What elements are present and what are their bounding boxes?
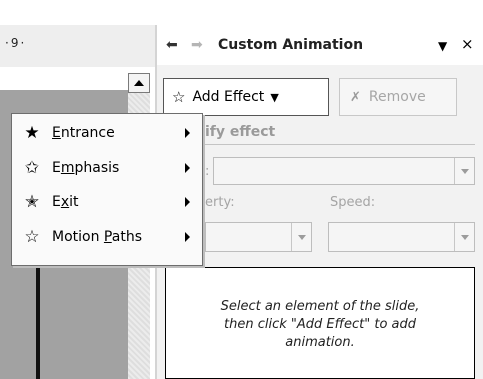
- speed-label: Speed:: [330, 195, 376, 210]
- motion-path-star-icon: ☆: [24, 226, 40, 247]
- menu-item-label: Motion Paths: [52, 228, 142, 245]
- start-dropdown-button: [454, 158, 474, 184]
- submenu-arrow-icon: [185, 231, 190, 242]
- property-label: erty:: [205, 195, 235, 210]
- menu-item-label: Entrance: [52, 124, 115, 141]
- start-select: [213, 157, 475, 185]
- add-effect-menu: ★ Entrance ✩ Emphasis ✭ Exit ☆ Motion Pa…: [11, 113, 203, 266]
- slide-edge: [36, 260, 40, 379]
- menu-item-label: Emphasis: [52, 159, 120, 176]
- forward-arrow-icon[interactable]: ➡︎: [191, 37, 203, 53]
- entrance-star-icon: ★: [24, 122, 40, 143]
- speed-select: [328, 222, 475, 252]
- menu-item-exit[interactable]: ✭ Exit: [12, 185, 202, 218]
- section-divider: [205, 144, 475, 145]
- property-dropdown-button: [291, 223, 311, 251]
- close-icon[interactable]: ×: [461, 35, 474, 53]
- chevron-down-icon: ▼: [270, 90, 279, 104]
- emphasis-star-icon: ✩: [24, 157, 40, 178]
- submenu-arrow-icon: [185, 196, 190, 207]
- animation-list[interactable]: Select an element of the slide, then cli…: [165, 267, 475, 379]
- submenu-arrow-icon: [185, 127, 190, 138]
- up-triangle-icon: [134, 80, 144, 86]
- add-effect-star-icon: ☆: [172, 88, 186, 106]
- modify-effect-heading: ify effect: [205, 124, 276, 140]
- chevron-down-icon: [460, 168, 469, 174]
- property-select: [205, 222, 312, 252]
- chevron-down-icon: [297, 234, 306, 240]
- menu-item-emphasis[interactable]: ✩ Emphasis: [12, 151, 202, 184]
- add-effect-button[interactable]: ☆ Add Effect ▼: [163, 78, 329, 116]
- submenu-arrow-icon: [185, 162, 190, 173]
- back-arrow-icon[interactable]: ⬅︎: [166, 37, 178, 53]
- chevron-down-icon: [460, 234, 469, 240]
- exit-star-icon: ✭: [24, 191, 40, 212]
- menu-item-motion-paths[interactable]: ☆ Motion Paths: [12, 220, 202, 253]
- speed-dropdown-button: [454, 223, 474, 251]
- ruler-number: ·9·: [5, 36, 27, 50]
- empty-list-hint: Select an element of the slide, then cli…: [220, 299, 420, 350]
- pane-menu-icon[interactable]: ▼: [438, 39, 447, 53]
- scroll-up-button[interactable]: [128, 73, 150, 93]
- pane-title: Custom Animation: [218, 37, 364, 53]
- remove-effect-icon: ✗: [350, 89, 361, 105]
- menu-item-entrance[interactable]: ★ Entrance: [12, 116, 202, 149]
- remove-button: ✗ Remove: [339, 78, 457, 116]
- menu-item-label: Exit: [52, 193, 79, 210]
- start-label: :: [205, 164, 210, 179]
